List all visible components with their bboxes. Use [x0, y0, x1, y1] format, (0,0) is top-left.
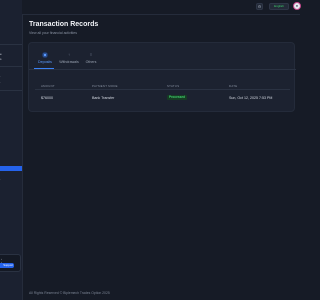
footer-copyright: All Rights Reserved © Biplemech Trades O… — [29, 291, 110, 295]
tab-deposits[interactable]: ▣ Deposits — [34, 52, 56, 64]
sidebar-divider — [0, 90, 22, 91]
page-title: Transaction Records — [29, 21, 99, 28]
page-subtitle: View all your financial activities — [29, 31, 77, 35]
tab-withdrawals[interactable]: ↑ Withdrawals — [58, 52, 80, 64]
transactions-card: ▣ Deposits ↑ Withdrawals ≡ Others AMOUNT… — [28, 42, 296, 112]
status-badge: Processed — [167, 95, 188, 100]
column-header-amount: AMOUNT — [41, 84, 55, 88]
gear-icon[interactable]: ⚙ — [256, 3, 263, 10]
tab-divider — [29, 69, 296, 70]
tab-label: Others — [85, 60, 97, 64]
support-button[interactable]: Support — [0, 263, 14, 268]
sidebar-divider — [0, 66, 22, 67]
sidebar: e s · · · ›› Support — [0, 0, 23, 300]
column-header-payment-mode: PAYMENT MODE — [92, 84, 118, 88]
tab-label: Withdrawals — [59, 60, 79, 64]
cell-amount: $76000 — [41, 96, 53, 100]
tab-others[interactable]: ≡ Others — [80, 52, 102, 64]
tab-label: Deposits — [38, 60, 52, 64]
sidebar-item[interactable]: · — [0, 81, 1, 84]
wallet-icon: ▣ — [42, 52, 48, 58]
avatar[interactable]: ● — [293, 2, 301, 10]
list-icon: ≡ — [89, 52, 93, 57]
sidebar-item[interactable]: s — [0, 58, 2, 61]
cell-payment-mode: Bank Transfer — [92, 96, 115, 100]
column-header-status: STATUS — [167, 84, 180, 88]
arrow-up-icon: ↑ — [68, 52, 70, 57]
sidebar-divider — [0, 44, 22, 45]
cell-date: Sun, Oct 12, 2025 7:53 PM — [229, 96, 273, 100]
sidebar-item[interactable]: e — [0, 53, 2, 56]
sidebar-item[interactable]: · — [0, 178, 1, 181]
table-header-divider — [35, 89, 290, 90]
language-selector[interactable]: English — [269, 3, 289, 10]
column-header-date: DATE — [229, 84, 238, 88]
sidebar-item[interactable]: · — [0, 75, 1, 78]
sidebar-item-active[interactable] — [0, 166, 22, 171]
top-bar: ⚙ English ● — [22, 0, 301, 15]
